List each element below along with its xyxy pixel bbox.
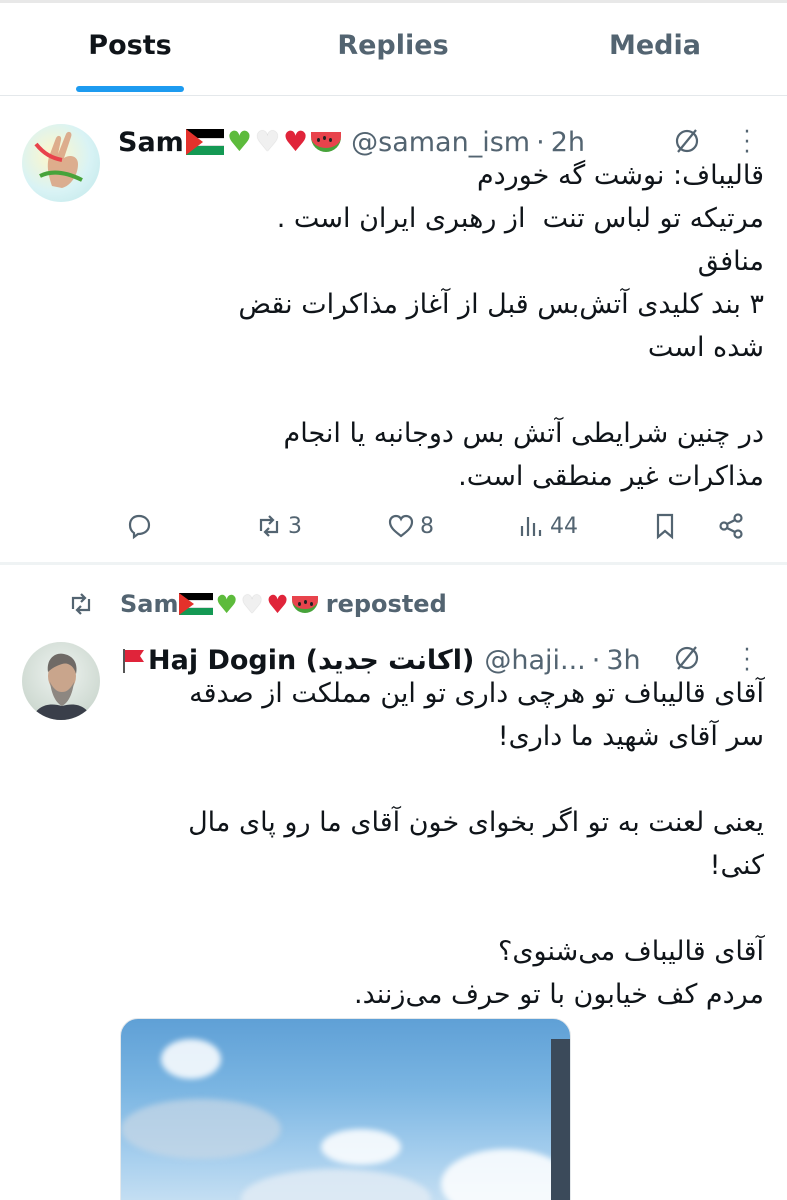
red-heart-icon: ♥ — [266, 589, 289, 619]
tabs-divider — [0, 95, 787, 96]
repost-count: 3 — [288, 513, 302, 539]
palestine-flag-icon — [178, 592, 213, 616]
post-time[interactable]: 2h — [551, 127, 585, 158]
meta-separator: · — [591, 644, 601, 676]
repost-button[interactable]: 3 — [254, 506, 302, 546]
post-text: آقای قالیباف تو هرچی داری تو این مملکت ا… — [188, 678, 764, 1010]
like-count: 8 — [420, 513, 434, 539]
reply-icon — [128, 514, 151, 540]
heart-icon — [388, 514, 414, 538]
author-emojis: ♥ ♥ ♥ — [185, 125, 342, 158]
bookmark-button[interactable] — [650, 506, 680, 546]
green-heart-icon: ♥ — [226, 125, 252, 158]
white-heart-icon: ♥ — [254, 125, 281, 158]
tab-replies[interactable]: Replies — [318, 30, 468, 72]
author-name[interactable]: Sam — [118, 127, 184, 158]
views-icon — [520, 517, 542, 536]
avatar[interactable] — [22, 124, 100, 202]
watermelon-icon — [291, 595, 318, 613]
grok-icon[interactable] — [672, 126, 702, 156]
reply-button[interactable] — [124, 506, 158, 546]
avatar-portrait-icon — [32, 653, 92, 720]
grok-icon[interactable] — [672, 643, 702, 673]
tab-posts[interactable]: Posts — [70, 30, 190, 72]
post-text: قالیباف: نوشت گه خوردم مرتیکه تو لباس تن… — [238, 160, 764, 492]
repost-banner[interactable]: Sam ♥ ♥ ♥ reposted — [66, 586, 447, 622]
reposted-label: reposted — [325, 590, 447, 618]
views-count: 44 — [550, 513, 578, 539]
share-icon — [719, 513, 743, 539]
profile-tabs: Posts Replies Media — [0, 0, 787, 96]
red-heart-icon: ♥ — [283, 125, 309, 158]
reposter-emojis: ♥ ♥ ♥ — [178, 589, 318, 619]
meta-separator: · — [536, 126, 545, 158]
author-handle[interactable]: @saman_ism — [351, 127, 530, 158]
repost-icon — [259, 515, 279, 537]
bookmark-icon — [656, 513, 674, 540]
post-time[interactable]: 3h — [606, 645, 640, 676]
tab-media[interactable]: Media — [590, 30, 720, 72]
palestine-flag-icon — [185, 129, 224, 155]
active-tab-indicator — [76, 86, 184, 92]
watermelon-icon — [311, 132, 342, 152]
green-heart-icon: ♥ — [215, 589, 238, 619]
reposter-name: Sam — [120, 590, 179, 618]
like-button[interactable]: 8 — [386, 506, 434, 546]
author-name[interactable]: Haj Dogin (اکانت جدید) — [148, 645, 474, 676]
media-thumbnail[interactable] — [120, 1018, 571, 1200]
post-actions: 3 8 44 — [118, 506, 758, 546]
author-handle[interactable]: @haji... — [484, 645, 585, 676]
avatar[interactable] — [22, 642, 100, 720]
views-button[interactable]: 44 — [516, 506, 578, 546]
avatar-hand-icon — [34, 131, 83, 188]
share-button[interactable] — [716, 506, 746, 546]
post-divider — [0, 562, 787, 565]
repost-icon — [71, 593, 91, 615]
red-flag-icon — [123, 649, 144, 673]
building-edge — [551, 1039, 570, 1200]
white-heart-icon: ♥ — [240, 589, 264, 619]
